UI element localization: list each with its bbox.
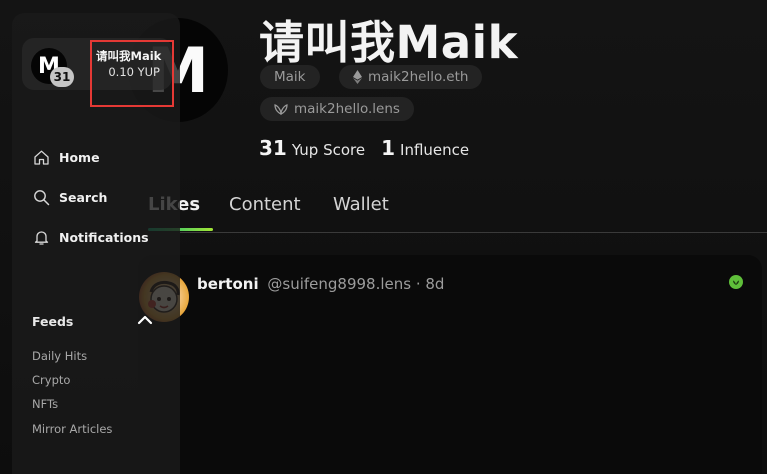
handle-chip-platform[interactable]: Maik — [260, 65, 320, 89]
sidebar-item-home[interactable]: Home — [33, 149, 100, 166]
sidebar-item-search-label: Search — [59, 190, 108, 205]
yup-score-value: 31 — [259, 136, 287, 160]
yup-score-label: Yup Score — [291, 141, 366, 159]
sidebar-item-notifications-label: Notifications — [59, 230, 149, 245]
bell-icon — [34, 231, 49, 245]
profile-stats: 31 Yup Score 1 Influence — [259, 136, 469, 160]
lens-leaf-icon — [274, 104, 288, 115]
handle-chip-lens[interactable]: maik2hello.lens — [260, 97, 414, 121]
lens-platform-icon[interactable] — [729, 275, 743, 289]
handle-lens-label: maik2hello.lens — [294, 101, 400, 117]
handle-eth-label: maik2hello.eth — [368, 69, 469, 85]
feed-link-nfts[interactable]: NFTs — [32, 397, 58, 411]
handle-chip-eth[interactable]: maik2hello.eth — [339, 65, 483, 89]
profile-name: 请叫我Maik — [259, 16, 518, 69]
chevron-up-icon[interactable] — [136, 313, 154, 327]
influence-label: Influence — [400, 141, 470, 159]
post-author-name[interactable]: bertoni — [197, 275, 259, 293]
handle-platform-label: Maik — [274, 69, 306, 85]
sidebar-item-home-label: Home — [59, 150, 100, 165]
feed-link-daily-hits[interactable]: Daily Hits — [32, 349, 87, 363]
tabs-divider — [180, 232, 767, 233]
sidebar-item-notifications[interactable]: Notifications — [33, 229, 149, 246]
score-badge: 31 — [50, 67, 74, 87]
sidebar-item-search[interactable]: Search — [33, 189, 107, 206]
influence-value: 1 — [381, 136, 396, 160]
post-meta: @suifeng8998.lens · 8d — [267, 275, 445, 293]
feed-link-mirror-articles[interactable]: Mirror Articles — [32, 422, 112, 436]
feeds-section-title: Feeds — [32, 314, 74, 329]
tab-wallet[interactable]: Wallet — [333, 194, 389, 215]
ethereum-icon — [353, 70, 362, 84]
search-icon — [34, 190, 50, 206]
highlight-annotation-box — [90, 40, 174, 107]
home-icon — [34, 150, 49, 165]
feed-link-crypto[interactable]: Crypto — [32, 373, 70, 387]
post-header: bertoni @suifeng8998.lens · 8d — [197, 275, 444, 293]
tab-content[interactable]: Content — [229, 194, 301, 215]
